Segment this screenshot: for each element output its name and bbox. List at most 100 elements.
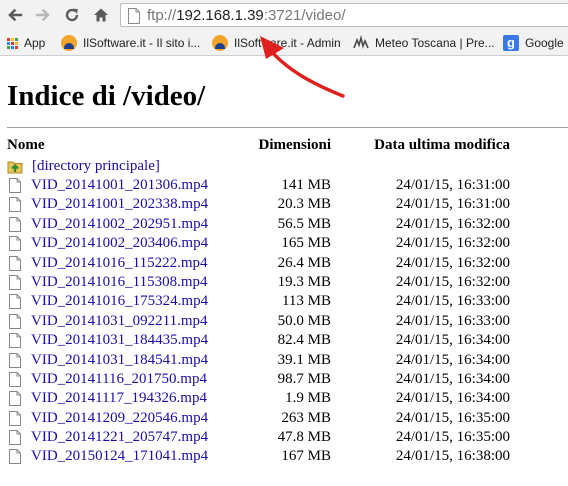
file-link[interactable]: VID_20141031_184435.mp4 (31, 332, 208, 349)
file-icon (9, 255, 21, 271)
file-size: 98.7 MB (277, 370, 331, 387)
meteo-icon (353, 35, 369, 49)
parent-directory-row: [directory principale] (7, 156, 160, 176)
browser-toolbar: ftp://192.168.1.39:3721/video/ (0, 0, 568, 30)
bookmark-label: IlSoftware.it - Admin (234, 36, 341, 50)
ilsoftware-icon (61, 35, 77, 51)
file-modified-date: 24/01/15, 16:33:00 (395, 312, 510, 329)
file-modified-date: 24/01/15, 16:32:00 (395, 273, 510, 290)
file-icon (9, 333, 21, 349)
bookmark-label: App (24, 36, 46, 50)
reload-icon (65, 8, 79, 22)
file-row: VID_20141209_220546.mp4 263 MB 24/01/15,… (0, 409, 568, 428)
file-row: VID_20141031_184435.mp4 82.4 MB 24/01/15… (0, 331, 568, 350)
file-row: VID_20141116_201750.mp4 98.7 MB 24/01/15… (0, 370, 568, 389)
file-link[interactable]: VID_20141031_092211.mp4 (31, 313, 208, 330)
file-row: VID_20141002_202951.mp4 56.5 MB 24/01/15… (0, 215, 568, 234)
file-row: VID_20141031_184541.mp4 39.1 MB 24/01/15… (0, 351, 568, 370)
url-path: :3721/video/ (263, 7, 346, 24)
file-icon (9, 449, 21, 465)
file-modified-date: 24/01/15, 16:32:00 (395, 215, 510, 232)
file-modified-date: 24/01/15, 16:35:00 (395, 409, 510, 426)
file-row: VID_20141001_201306.mp4 141 MB 24/01/15,… (0, 176, 568, 195)
google-icon: g (503, 35, 519, 51)
page-icon (128, 8, 140, 24)
column-header-name[interactable]: Nome (7, 137, 45, 154)
file-link[interactable]: VID_20141002_202951.mp4 (31, 216, 208, 233)
file-link[interactable]: VID_20150124_171041.mp4 (31, 448, 208, 465)
column-header-modified[interactable]: Data ultima modifica (374, 137, 510, 154)
file-row: VID_20141001_202338.mp4 20.3 MB 24/01/15… (0, 195, 568, 214)
file-icon (9, 274, 21, 290)
file-icon (9, 430, 21, 446)
bookmarks-bar: App IlSoftware.it - Il sito i... IlSoftw… (0, 30, 568, 56)
file-size: 263 MB (281, 409, 331, 426)
file-size: 47.8 MB (277, 429, 331, 446)
home-button[interactable] (90, 4, 112, 26)
file-link[interactable]: VID_20141117_194326.mp4 (31, 390, 207, 407)
file-link[interactable]: VID_20141001_201306.mp4 (31, 177, 208, 194)
file-icon (9, 294, 21, 310)
file-row: VID_20141016_115222.mp4 26.4 MB 24/01/15… (0, 254, 568, 273)
file-link[interactable]: VID_20141221_205747.mp4 (31, 429, 208, 446)
file-link[interactable]: VID_20141001_202338.mp4 (31, 196, 208, 213)
file-modified-date: 24/01/15, 16:32:00 (395, 254, 510, 271)
file-modified-date: 24/01/15, 16:32:00 (395, 235, 510, 252)
url-scheme: ftp:// (147, 7, 177, 24)
folder-up-icon (7, 161, 23, 174)
file-row: VID_20141016_115308.mp4 19.3 MB 24/01/15… (0, 273, 568, 292)
url-host: 192.168.1.39 (176, 7, 264, 24)
file-size: 56.5 MB (277, 215, 331, 232)
bookmark-label: IlSoftware.it - Il sito i... (83, 36, 201, 50)
file-row: VID_20141221_205747.mp4 47.8 MB 24/01/15… (0, 428, 568, 447)
file-row: VID_20141016_175324.mp4 113 MB 24/01/15,… (0, 292, 568, 311)
bookmark-apps[interactable]: App (7, 34, 45, 52)
file-size: 141 MB (281, 177, 331, 193)
file-size: 82.4 MB (277, 332, 331, 349)
file-size: 113 MB (281, 293, 331, 310)
forward-arrow-icon (35, 8, 50, 22)
parent-directory-link[interactable]: [directory principale] (32, 158, 160, 175)
file-modified-date: 24/01/15, 16:31:00 (395, 177, 510, 193)
back-button[interactable] (4, 4, 26, 26)
url-text: ftp://192.168.1.39:3721/video/ (147, 7, 346, 24)
file-icon (9, 352, 21, 368)
file-size: 20.3 MB (277, 196, 331, 213)
bookmark-meteo-toscana[interactable]: Meteo Toscana | Pre... (353, 34, 495, 52)
file-link[interactable]: VID_20141016_175324.mp4 (31, 293, 208, 310)
file-link[interactable]: VID_20141116_201750.mp4 (31, 371, 207, 388)
bookmark-label: Google (525, 36, 564, 50)
file-modified-date: 24/01/15, 16:34:00 (395, 351, 510, 368)
forward-button[interactable] (32, 4, 54, 26)
file-icon (9, 216, 21, 232)
file-size: 50.0 MB (277, 312, 331, 329)
file-size: 39.1 MB (277, 351, 331, 368)
file-size: 19.3 MB (277, 273, 331, 290)
file-size: 165 MB (281, 235, 331, 252)
file-row: VID_20141117_194326.mp4 1.9 MB 24/01/15,… (0, 389, 568, 408)
file-size: 26.4 MB (277, 254, 331, 271)
file-modified-date: 24/01/15, 16:33:00 (395, 293, 510, 310)
address-bar[interactable]: ftp://192.168.1.39:3721/video/ (120, 3, 568, 27)
file-modified-date: 24/01/15, 16:34:00 (395, 390, 510, 407)
reload-button[interactable] (61, 4, 83, 26)
bookmark-google[interactable]: g Google (503, 34, 564, 52)
file-link[interactable]: VID_20141031_184541.mp4 (31, 352, 208, 369)
file-link[interactable]: VID_20141002_203406.mp4 (31, 235, 208, 252)
file-modified-date: 24/01/15, 16:38:00 (395, 448, 510, 465)
file-icon (9, 313, 21, 329)
file-size: 167 MB (281, 448, 331, 465)
page-title: Indice di /video/ (7, 80, 206, 112)
file-icon (9, 371, 21, 387)
file-link[interactable]: VID_20141016_115222.mp4 (31, 255, 208, 272)
file-link[interactable]: VID_20141016_115308.mp4 (31, 274, 208, 291)
title-divider (7, 127, 568, 128)
bookmark-ilsoftware-admin[interactable]: IlSoftware.it - Admin (212, 34, 341, 52)
file-size: 1.9 MB (285, 390, 331, 407)
file-link[interactable]: VID_20141209_220546.mp4 (31, 410, 208, 427)
file-row: VID_20141002_203406.mp4 165 MB 24/01/15,… (0, 234, 568, 253)
column-header-size[interactable]: Dimensioni (258, 137, 331, 154)
file-row: VID_20150124_171041.mp4 167 MB 24/01/15,… (0, 447, 568, 466)
bookmark-ilsoftware-site[interactable]: IlSoftware.it - Il sito i... (61, 34, 200, 52)
bookmark-label: Meteo Toscana | Pre... (375, 36, 495, 50)
